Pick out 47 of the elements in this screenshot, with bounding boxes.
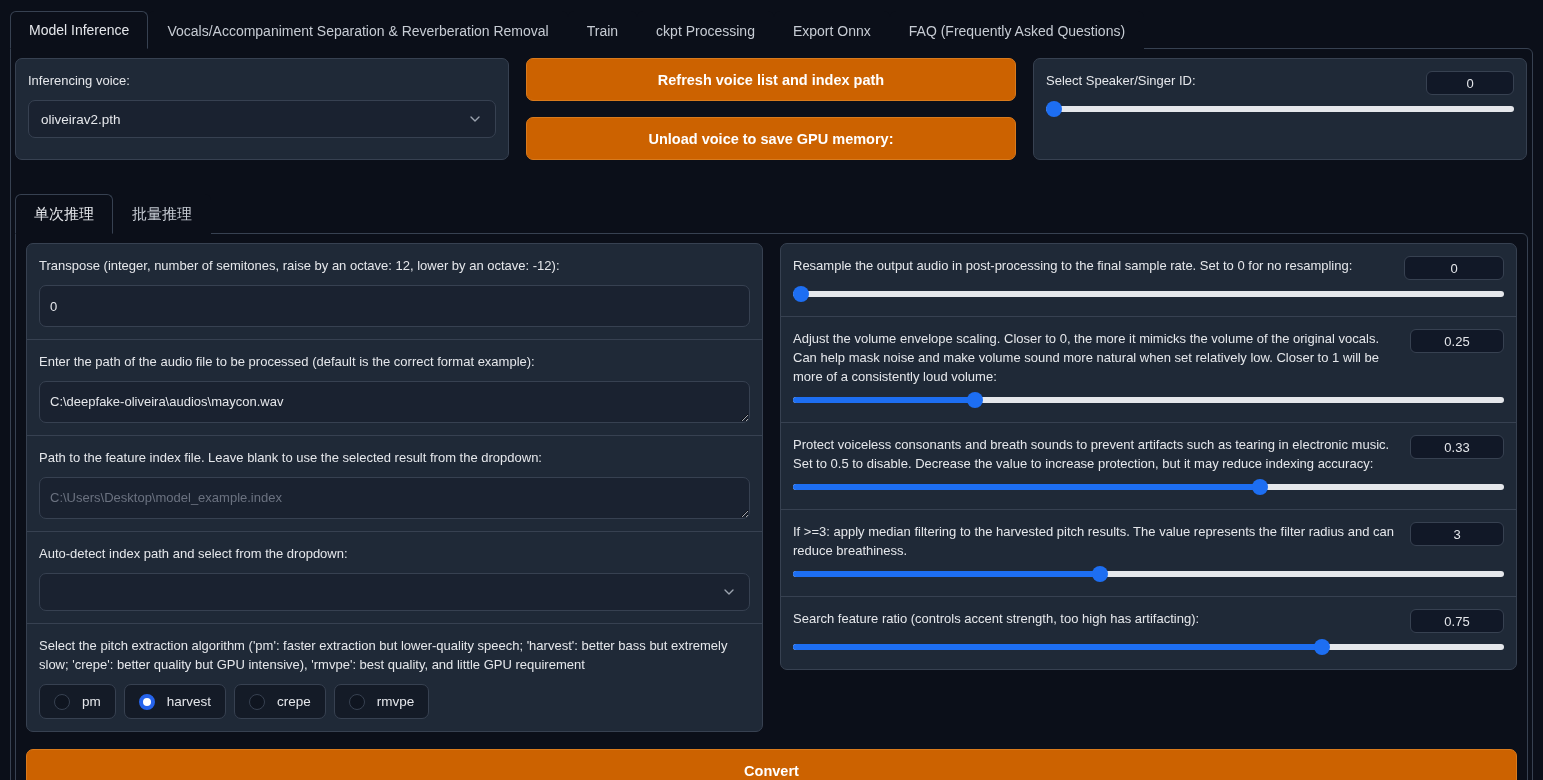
field-label: Enter the path of the audio file to be processed (default is the correct format example): [39, 353, 536, 371]
field-label: Select Speaker/Singer ID: [1046, 72, 1196, 90]
radio-icon [138, 693, 155, 710]
radio-option[interactable]: pm [39, 684, 116, 719]
index-path-field[interactable]: C:\Users\Desktop\model_example.index [39, 477, 750, 519]
field-label: Inferencing voice: [28, 72, 131, 90]
slider-label: Adjust the volume envelope scaling. Closer to 0, the more it mimicks the volume of the original vocals. Can help mask noise and make volume sound more natural when set relatively low. Closer to 1 will be more of a consistently loud volume: [793, 330, 1380, 386]
slider-thumb[interactable] [1091, 566, 1108, 582]
number-field[interactable]: 0 [1404, 256, 1504, 280]
number-field[interactable]: 0.75 [1410, 609, 1504, 633]
field-label: Select the pitch extraction algorithm ('pm': faster extraction but lower-quality speech; 'harvest': better bass but extremely slow; 'crepe': better quality but GPU intensive), 'rmvpe': best quality, and little GPU requirement [39, 637, 729, 674]
slider[interactable] [1046, 101, 1514, 117]
slider-thumb[interactable] [1314, 639, 1331, 655]
slider-thumb[interactable] [793, 286, 809, 302]
slider-thumb[interactable] [1046, 101, 1062, 117]
radio-icon [348, 693, 365, 710]
radio-icon [54, 693, 70, 710]
slider-label: Protect voiceless consonants and breath sounds to prevent artifacts such as tearing in electronic music. Set to 0.5 to disable. Decrease the value to increase protection, but it may reduce indexing accuracy: [793, 436, 1391, 473]
radio-option[interactable]: rmvpe [333, 684, 430, 719]
field-label: Transpose (integer, number of semitones, raise by an octave: 12, lower by an octave: -12): [39, 257, 561, 275]
convert-button[interactable]: Convert [26, 749, 1517, 780]
slider-label: Search feature ratio (controls accent strength, too high has artifacting): [793, 610, 1200, 628]
radio-option[interactable]: harvest [123, 684, 227, 719]
slider[interactable] [793, 479, 1504, 495]
tab[interactable]: 单次推理 [15, 194, 113, 234]
voice-dropdown[interactable]: oliveirav2.pth [28, 100, 496, 138]
number-field[interactable]: 0.33 [1410, 435, 1504, 459]
number-field[interactable]: 0.25 [1410, 329, 1504, 353]
radio-option[interactable]: crepe [234, 684, 326, 719]
refresh-button[interactable]: Refresh voice list and index path [526, 58, 1016, 101]
slider[interactable] [793, 639, 1504, 655]
number-field[interactable]: 0 [1426, 71, 1514, 95]
field-label: Auto-detect index path and select from the dropdown: [39, 545, 349, 563]
slider-label: Resample the output audio in post-processing to the final sample rate. Set to 0 for no resampling: [793, 257, 1353, 275]
radio-icon [249, 693, 266, 710]
slider-thumb[interactable] [1251, 479, 1268, 495]
slider-label: If >=3: apply median filtering to the harvested pitch results. The value represents the filter radius and can reduce breathiness. [793, 523, 1395, 560]
field-label: Path to the feature index file. Leave blank to use the selected result from the dropdown: [39, 449, 543, 467]
tab[interactable]: Model Inference [10, 11, 149, 49]
slider[interactable] [793, 392, 1504, 408]
slider[interactable] [793, 286, 1504, 302]
slider-thumb[interactable] [966, 392, 983, 408]
slider[interactable] [793, 566, 1504, 582]
unload-button[interactable]: Unload voice to save GPU memory: [526, 117, 1016, 160]
audio-path-field[interactable]: C:\deepfake-oliveira\audios\maycon.wav [39, 381, 750, 423]
number-field[interactable]: 3 [1410, 522, 1504, 546]
transpose-field[interactable]: 0 [39, 285, 750, 327]
